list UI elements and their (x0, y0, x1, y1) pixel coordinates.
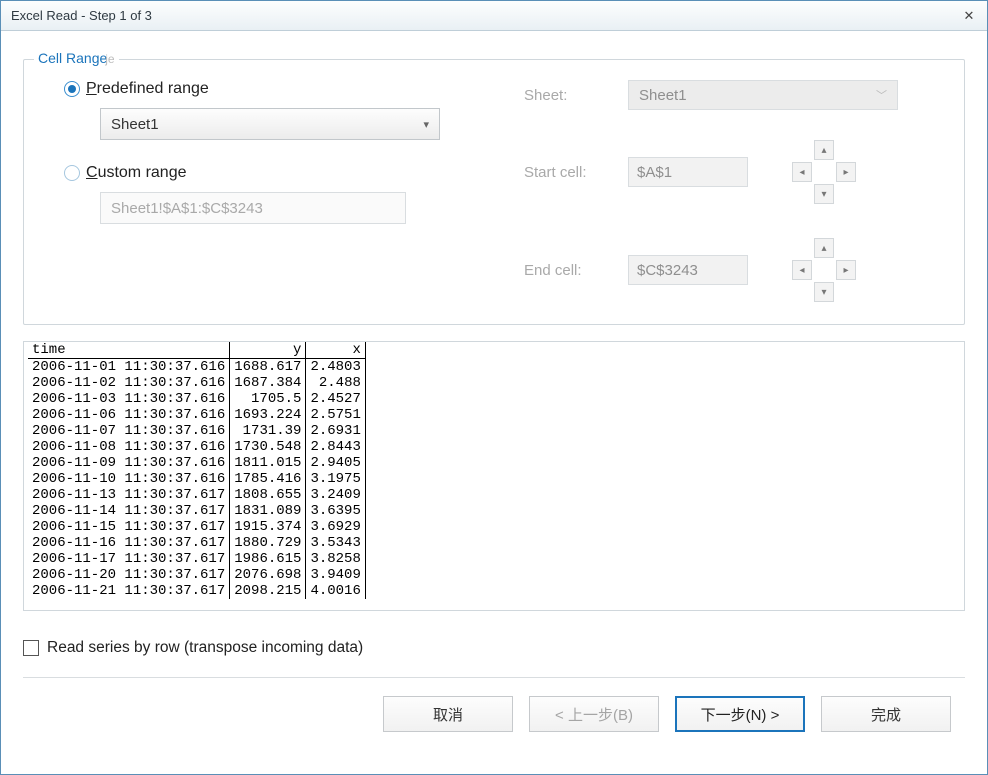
start-cell-input: $A$1 (628, 157, 748, 187)
arrow-right-icon[interactable]: ▸ (836, 260, 856, 280)
right-column: Sheet: Sheet1 ﹀ Start cell: $A$1 ▴ ◂ ▸ (524, 80, 942, 302)
back-button: < 上一步(B) (529, 696, 659, 732)
transpose-label: Read series by row (transpose incoming d… (47, 639, 363, 657)
cell-range-fieldset: Cell Rangeje Predefined range Sheet1 ▾ C… (23, 59, 965, 325)
window-title: Excel Read - Step 1 of 3 (11, 8, 957, 23)
end-cell-dpad: ▴ ◂ ▸ ▾ (792, 238, 856, 302)
transpose-checkbox[interactable]: Read series by row (transpose incoming d… (23, 639, 965, 657)
arrow-left-icon[interactable]: ◂ (792, 260, 812, 280)
start-cell-label: Start cell: (524, 164, 614, 181)
sheet-display-combo: Sheet1 ﹀ (628, 80, 898, 110)
finish-button[interactable]: 完成 (821, 696, 951, 732)
radio-label: Custom range (86, 164, 187, 182)
fieldset-legend: Cell Rangeje (34, 50, 119, 66)
close-icon[interactable]: ✕ (957, 6, 981, 26)
radio-icon (64, 165, 80, 181)
arrow-up-icon[interactable]: ▴ (814, 238, 834, 258)
custom-range-value: Sheet1!$A$1:$C$3243 (111, 200, 263, 217)
button-bar: 取消 < 上一步(B) 下一步(N) > 完成 (23, 678, 965, 740)
radio-icon (64, 81, 80, 97)
legend-text: Cell Range (38, 50, 107, 66)
predefined-range-radio[interactable]: Predefined range (64, 80, 524, 98)
checkbox-icon (23, 640, 39, 656)
legend-stray: je (105, 52, 114, 66)
title-bar: Excel Read - Step 1 of 3 ✕ (1, 1, 987, 31)
dialog-content: Cell Rangeje Predefined range Sheet1 ▾ C… (1, 31, 987, 752)
next-button[interactable]: 下一步(N) > (675, 696, 805, 732)
chevron-down-icon: ▾ (423, 118, 429, 131)
arrow-down-icon[interactable]: ▾ (814, 184, 834, 204)
arrow-down-icon[interactable]: ▾ (814, 282, 834, 302)
radio-label: Predefined range (86, 80, 209, 98)
start-cell-value: $A$1 (637, 164, 672, 181)
left-column: Predefined range Sheet1 ▾ Custom range S… (64, 80, 524, 302)
arrow-right-icon[interactable]: ▸ (836, 162, 856, 182)
custom-range-input[interactable]: Sheet1!$A$1:$C$3243 (100, 192, 406, 224)
data-preview: timeyx2006-11-01 11:30:37.6161688.6172.4… (23, 341, 965, 611)
sheet-label: Sheet: (524, 87, 614, 104)
arrow-up-icon[interactable]: ▴ (814, 140, 834, 160)
start-cell-row: Start cell: $A$1 ▴ ◂ ▸ ▾ (524, 140, 942, 204)
start-cell-dpad: ▴ ◂ ▸ ▾ (792, 140, 856, 204)
preview-scroll[interactable]: timeyx2006-11-01 11:30:37.6161688.6172.4… (24, 342, 964, 610)
chevron-down-icon: ﹀ (876, 87, 887, 103)
arrow-left-icon[interactable]: ◂ (792, 162, 812, 182)
custom-range-radio[interactable]: Custom range (64, 164, 524, 182)
sheet-row: Sheet: Sheet1 ﹀ (524, 80, 942, 110)
sheet-select-value: Sheet1 (111, 116, 159, 133)
end-cell-label: End cell: (524, 262, 614, 279)
end-cell-input: $C$3243 (628, 255, 748, 285)
end-cell-value: $C$3243 (637, 262, 698, 279)
sheet-display-value: Sheet1 (639, 87, 687, 104)
end-cell-row: End cell: $C$3243 ▴ ◂ ▸ ▾ (524, 238, 942, 302)
sheet-select[interactable]: Sheet1 ▾ (100, 108, 440, 140)
preview-table: timeyx2006-11-01 11:30:37.6161688.6172.4… (28, 342, 366, 599)
cancel-button[interactable]: 取消 (383, 696, 513, 732)
